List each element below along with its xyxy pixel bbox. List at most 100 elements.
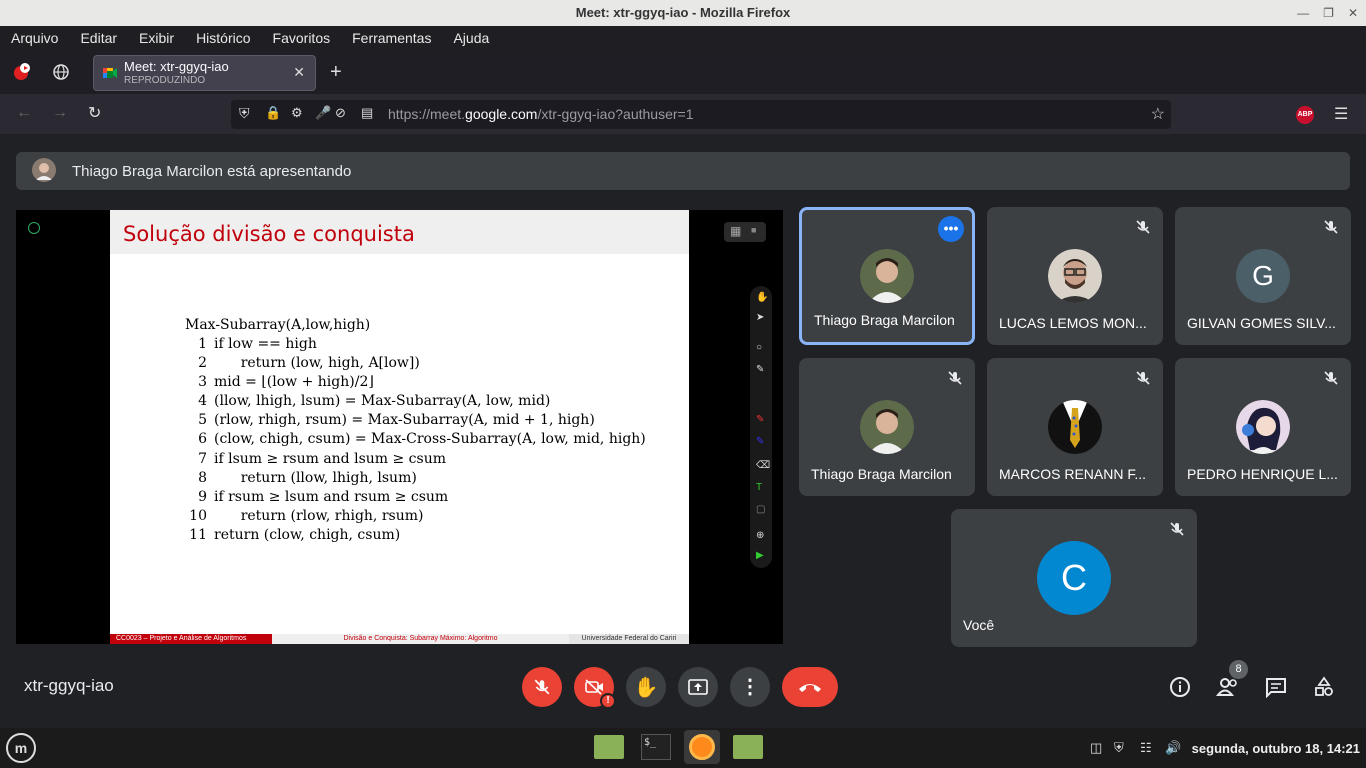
line-number: 3 xyxy=(198,374,207,391)
line-number: 2 xyxy=(198,355,207,372)
line-number: 9 xyxy=(198,488,207,505)
participant-tile-thiago-active[interactable]: ••• Thiago Braga Marcilon xyxy=(799,207,975,345)
url-bar[interactable]: ⛨ 🔒 ⚙ 🎤 ⊘ ▤ https://meet.google.com/xtr-… xyxy=(231,100,1171,129)
line-number: 6 xyxy=(198,431,207,448)
more-options-button[interactable]: ⋮ xyxy=(730,667,770,707)
slide-footer-course: CC0023 – Projeto e Análise de Algoritmos xyxy=(110,634,272,644)
line-code: if low == high xyxy=(214,336,317,352)
files-app-icon[interactable] xyxy=(594,735,624,759)
menu-editar[interactable]: Editar xyxy=(80,30,117,46)
back-icon[interactable]: ← xyxy=(16,104,32,122)
menu-arquivo[interactable]: Arquivo xyxy=(11,30,58,46)
algorithm-line: 1 if low == high xyxy=(185,335,646,354)
folder-app-icon[interactable] xyxy=(733,735,763,759)
terminal-app-icon[interactable]: $_ xyxy=(641,734,671,760)
raise-hand-button[interactable]: ✋ xyxy=(626,667,666,707)
menu-ajuda[interactable]: Ajuda xyxy=(453,30,489,46)
hamburger-menu-icon[interactable]: ☰ xyxy=(1334,104,1348,124)
menu-ferramentas[interactable]: Ferramentas xyxy=(352,30,431,46)
close-icon[interactable]: ✕ xyxy=(1348,0,1358,26)
menu-favoritos[interactable]: Favoritos xyxy=(273,30,331,46)
pen-tool-icon[interactable]: ✎ xyxy=(756,364,764,375)
bookmark-star-icon[interactable]: ☆ xyxy=(1151,104,1165,124)
minimize-icon[interactable]: — xyxy=(1297,0,1309,26)
line-code: return (rlow, rhigh, rsum) xyxy=(214,507,424,524)
globe-pinned-tab-icon[interactable] xyxy=(51,62,71,82)
system-clock[interactable]: segunda, outubro 18, 14:21 xyxy=(1192,741,1360,756)
mic-muted-icon xyxy=(1136,371,1150,385)
blue-pen-icon[interactable]: ✎ xyxy=(756,436,764,447)
participant-name: LUCAS LEMOS MON... xyxy=(999,315,1147,331)
tab-title: Meet: xtr-ggyq-iao xyxy=(124,59,229,74)
restore-icon[interactable]: ❐ xyxy=(1323,0,1334,26)
camera-toggle-button[interactable]: ! xyxy=(574,667,616,709)
meeting-details-button[interactable] xyxy=(1168,675,1192,699)
menu-historico[interactable]: Histórico xyxy=(196,30,250,46)
reload-icon[interactable]: ↻ xyxy=(88,103,101,123)
activities-button[interactable] xyxy=(1312,675,1336,699)
lock-icon[interactable]: 🔒 xyxy=(265,105,281,121)
more-options-icon[interactable]: ••• xyxy=(938,216,964,242)
line-code: if lsum ≥ rsum and lsum ≥ csum xyxy=(214,450,446,467)
participant-tile-thiago[interactable]: Thiago Braga Marcilon xyxy=(799,358,975,496)
volume-tray-icon[interactable]: 🔊 xyxy=(1165,740,1181,756)
presenter-text: Thiago Braga Marcilon está apresentando xyxy=(72,163,352,180)
participant-tile-gilvan[interactable]: G GILVAN GOMES SILV... xyxy=(1175,207,1351,345)
shield-icon[interactable]: ⛨ xyxy=(239,105,250,122)
page-info-icon[interactable]: ▤ xyxy=(361,105,373,121)
text-tool-icon[interactable]: T xyxy=(756,482,762,493)
menu-bar: Arquivo Editar Exibir Histórico Favorito… xyxy=(0,26,1366,50)
shield-tray-icon[interactable]: ⛨ xyxy=(1114,740,1124,756)
menu-exibir[interactable]: Exibir xyxy=(139,30,174,46)
meet-favicon-icon xyxy=(103,68,117,78)
clear-icon[interactable]: ▢ xyxy=(756,504,765,515)
add-icon[interactable]: ⊕ xyxy=(756,530,764,541)
presenter-banner: Thiago Braga Marcilon está apresentando xyxy=(16,152,1350,190)
mint-menu-icon[interactable]: m xyxy=(6,733,36,763)
layout-toggle-button[interactable]: ▦ ■ xyxy=(724,222,766,242)
firefox-app-active[interactable] xyxy=(684,730,720,764)
chat-icon xyxy=(1266,678,1286,698)
network-tray-icon[interactable]: ☷ xyxy=(1140,740,1152,756)
window-title: Meet: xtr-ggyq-iao - Mozilla Firefox xyxy=(575,5,791,20)
mic-blocked-icon[interactable]: 🎤 xyxy=(315,105,331,121)
camera-blocked-icon[interactable]: ⊘ xyxy=(335,105,346,121)
tab-meet[interactable]: Meet: xtr-ggyq-iao REPRODUZINDO ✕ xyxy=(93,55,316,91)
algorithm-line: 11 return (clow, chigh, csum) xyxy=(185,526,646,545)
leave-call-button[interactable] xyxy=(782,667,838,707)
play-icon[interactable]: ▶ xyxy=(756,550,764,561)
url-text[interactable]: https://meet.google.com/xtr-ggyq-iao?aut… xyxy=(388,106,693,122)
participant-tile-self[interactable]: C Você xyxy=(951,509,1197,647)
slide-header: Solução divisão e conquista xyxy=(110,210,689,254)
pointer-tool-icon[interactable]: ➤ xyxy=(756,312,764,323)
tab-close-icon[interactable]: ✕ xyxy=(293,64,305,81)
presentation-slide: Solução divisão e conquista Max-Subarray… xyxy=(110,210,689,644)
annotation-toolbar[interactable]: ✋ ➤ ○ ✎ ✎ ✎ ⌫ T ▢ ⊕ ▶ xyxy=(750,286,772,568)
algorithm-line: 3 mid = ⌊(low + high)/2⌋ xyxy=(185,373,646,392)
new-tab-icon[interactable]: + xyxy=(330,62,342,82)
mic-off-icon xyxy=(534,679,550,695)
slide-title: Solução divisão e conquista xyxy=(123,222,415,246)
permissions-icon[interactable]: ⚙ xyxy=(291,105,303,121)
adblock-plus-icon[interactable]: ABP xyxy=(1296,106,1314,124)
eraser-icon[interactable]: ⌫ xyxy=(756,460,770,471)
line-code: return (clow, chigh, csum) xyxy=(214,526,401,543)
line-number: 5 xyxy=(198,412,207,429)
forward-icon[interactable]: → xyxy=(52,104,68,122)
line-code: mid = ⌊(low + high)/2⌋ xyxy=(214,374,374,391)
lasso-tool-icon[interactable]: ○ xyxy=(756,342,762,353)
hand-tool-icon[interactable]: ✋ xyxy=(756,292,768,303)
clipboard-tray-icon[interactable]: ◫ xyxy=(1090,740,1102,756)
red-pen-icon[interactable]: ✎ xyxy=(756,414,764,425)
recording-indicator-icon xyxy=(28,222,40,234)
participant-tile-pedro[interactable]: PEDRO HENRIQUE L... xyxy=(1175,358,1351,496)
participant-tile-lucas[interactable]: LUCAS LEMOS MON... xyxy=(987,207,1163,345)
mic-toggle-button[interactable] xyxy=(522,667,562,707)
youtube-pinned-tab-icon[interactable] xyxy=(12,62,32,82)
chat-button[interactable] xyxy=(1264,675,1288,699)
line-code: return (low, high, A[low]) xyxy=(214,355,420,372)
present-now-button[interactable] xyxy=(678,667,718,707)
raise-hand-icon: ✋ xyxy=(633,676,659,699)
algorithm-line: 7 if lsum ≥ rsum and lsum ≥ csum xyxy=(185,450,646,469)
participant-tile-marcos[interactable]: MARCOS RENANN F... xyxy=(987,358,1163,496)
